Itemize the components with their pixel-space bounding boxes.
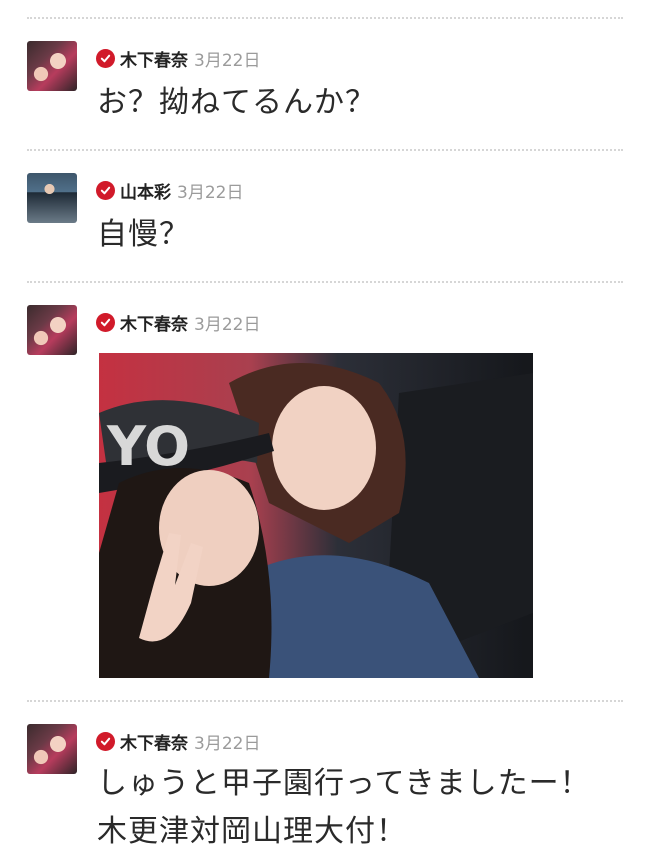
post-meta: 山本彩 3月22日 — [96, 178, 244, 203]
avatar[interactable] — [27, 305, 77, 355]
divider — [27, 281, 623, 283]
post-date: 3月22日 — [177, 182, 244, 203]
post-date: 3月22日 — [194, 50, 261, 71]
post-meta: 木下春奈 3月22日 — [96, 310, 261, 335]
author-name[interactable]: 山本彩 — [120, 178, 171, 203]
post-date: 3月22日 — [194, 314, 261, 335]
post-text: 自慢？ — [97, 217, 190, 252]
divider — [27, 17, 623, 19]
post-meta: 木下春奈 3月22日 — [96, 729, 261, 754]
divider — [27, 149, 623, 151]
post-text: お？拗ねてるんか？ — [97, 85, 376, 120]
avatar[interactable] — [27, 173, 77, 223]
avatar[interactable] — [27, 724, 77, 774]
divider — [27, 700, 623, 702]
verified-check-icon — [96, 48, 115, 68]
verified-check-icon — [96, 312, 115, 332]
post-meta: 木下春奈 3月22日 — [96, 46, 261, 71]
verified-check-icon — [96, 180, 115, 200]
author-name[interactable]: 木下春奈 — [120, 310, 188, 335]
avatar[interactable] — [27, 41, 77, 91]
post-text-line: 木更津対岡山理大付！ — [97, 814, 407, 849]
verified-check-icon — [96, 731, 115, 751]
author-name[interactable]: 木下春奈 — [120, 729, 188, 754]
post-photo[interactable]: YO — [99, 353, 533, 678]
post-date: 3月22日 — [194, 733, 261, 754]
post-text-line: しゅうと甲子園行ってきましたー！ — [97, 766, 591, 801]
author-name[interactable]: 木下春奈 — [120, 46, 188, 71]
